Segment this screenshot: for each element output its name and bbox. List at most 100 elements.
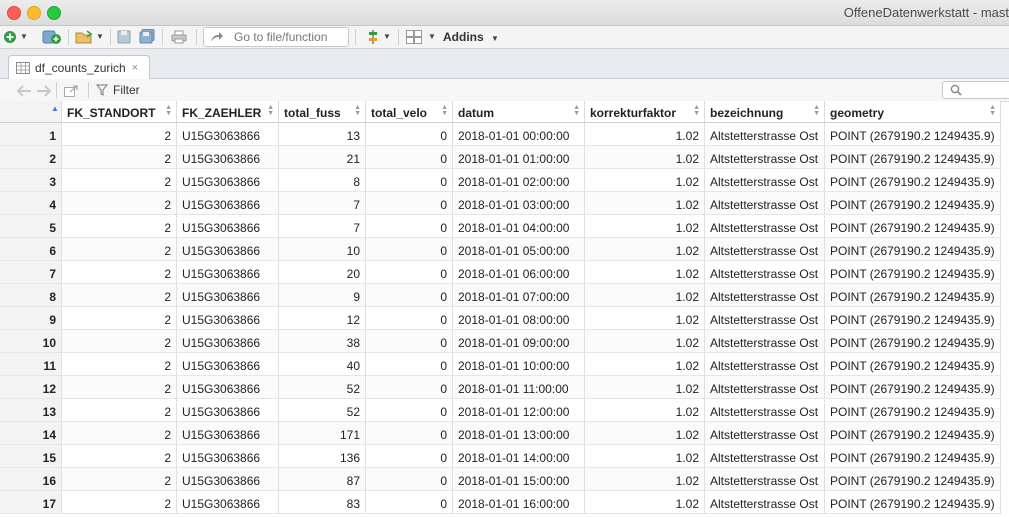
cell-bezeichnung[interactable]: Altstetterstrasse Ost xyxy=(705,330,825,353)
cell-total-fuss[interactable]: 8 xyxy=(279,169,366,192)
cell-total-fuss[interactable]: 40 xyxy=(279,353,366,376)
zoom-window-button[interactable] xyxy=(47,6,61,20)
back-button[interactable] xyxy=(16,82,32,99)
cell-geometry[interactable]: POINT (2679190.2 1249435.9) xyxy=(825,284,1001,307)
cell-geometry[interactable]: POINT (2679190.2 1249435.9) xyxy=(825,215,1001,238)
cell-korrekturfaktor[interactable]: 1.02 xyxy=(585,491,705,514)
cell-datum[interactable]: 2018-01-01 14:00:00 xyxy=(453,445,585,468)
cell-fk-zaehler[interactable]: U15G3063866 xyxy=(177,192,279,215)
cell-fk-standort[interactable]: 2 xyxy=(62,399,177,422)
cell-bezeichnung[interactable]: Altstetterstrasse Ost xyxy=(705,376,825,399)
filter-button[interactable]: Filter xyxy=(96,83,140,97)
column-header-datum[interactable]: datum ▲ ▼ xyxy=(453,101,585,123)
save-all-button[interactable] xyxy=(139,28,155,45)
cell-datum[interactable]: 2018-01-01 01:00:00 xyxy=(453,146,585,169)
cell-geometry[interactable]: POINT (2679190.2 1249435.9) xyxy=(825,238,1001,261)
cell-fk-zaehler[interactable]: U15G3063866 xyxy=(177,445,279,468)
close-tab-icon[interactable]: × xyxy=(132,62,138,74)
cell-fk-standort[interactable]: 2 xyxy=(62,330,177,353)
cell-datum[interactable]: 2018-01-01 10:00:00 xyxy=(453,353,585,376)
column-header-fk-zaehler[interactable]: FK_ZAEHLER ▲ ▼ xyxy=(177,101,279,123)
cell-total-fuss[interactable]: 9 xyxy=(279,284,366,307)
cell-total-velo[interactable]: 0 xyxy=(366,330,453,353)
cell-datum[interactable]: 2018-01-01 13:00:00 xyxy=(453,422,585,445)
cell-geometry[interactable]: POINT (2679190.2 1249435.9) xyxy=(825,491,1001,514)
cell-korrekturfaktor[interactable]: 1.02 xyxy=(585,261,705,284)
cell-total-velo[interactable]: 0 xyxy=(366,192,453,215)
cell-datum[interactable]: 2018-01-01 09:00:00 xyxy=(453,330,585,353)
workspace-panes-button[interactable]: ▼ xyxy=(406,28,436,45)
cell-total-velo[interactable]: 0 xyxy=(366,238,453,261)
cell-geometry[interactable]: POINT (2679190.2 1249435.9) xyxy=(825,445,1001,468)
cell-fk-standort[interactable]: 2 xyxy=(62,491,177,514)
cell-bezeichnung[interactable]: Altstetterstrasse Ost xyxy=(705,399,825,422)
cell-bezeichnung[interactable]: Altstetterstrasse Ost xyxy=(705,422,825,445)
cell-korrekturfaktor[interactable]: 1.02 xyxy=(585,123,705,146)
cell-fk-standort[interactable]: 2 xyxy=(62,284,177,307)
cell-fk-zaehler[interactable]: U15G3063866 xyxy=(177,468,279,491)
tab-df-counts-zurich[interactable]: df_counts_zurich × xyxy=(8,55,150,79)
cell-total-velo[interactable]: 0 xyxy=(366,169,453,192)
cell-korrekturfaktor[interactable]: 1.02 xyxy=(585,399,705,422)
cell-datum[interactable]: 2018-01-01 12:00:00 xyxy=(453,399,585,422)
cell-total-fuss[interactable]: 136 xyxy=(279,445,366,468)
cell-korrekturfaktor[interactable]: 1.02 xyxy=(585,468,705,491)
column-header-total-fuss[interactable]: total_fuss ▲ ▼ xyxy=(279,101,366,123)
cell-geometry[interactable]: POINT (2679190.2 1249435.9) xyxy=(825,123,1001,146)
cell-korrekturfaktor[interactable]: 1.02 xyxy=(585,353,705,376)
cell-geometry[interactable]: POINT (2679190.2 1249435.9) xyxy=(825,169,1001,192)
cell-datum[interactable]: 2018-01-01 04:00:00 xyxy=(453,215,585,238)
cell-fk-zaehler[interactable]: U15G3063866 xyxy=(177,215,279,238)
cell-korrekturfaktor[interactable]: 1.02 xyxy=(585,169,705,192)
cell-datum[interactable]: 2018-01-01 15:00:00 xyxy=(453,468,585,491)
cell-fk-zaehler[interactable]: U15G3063866 xyxy=(177,261,279,284)
sort-arrows-icon[interactable]: ▲ ▼ xyxy=(441,104,448,117)
cell-fk-zaehler[interactable]: U15G3063866 xyxy=(177,422,279,445)
cell-fk-standort[interactable]: 2 xyxy=(62,192,177,215)
open-file-button[interactable]: ▼ xyxy=(75,28,104,45)
go-to-file-function-input[interactable]: Go to file/function xyxy=(203,27,349,47)
cell-total-fuss[interactable]: 13 xyxy=(279,123,366,146)
sort-arrows-icon[interactable]: ▲ ▼ xyxy=(267,104,274,117)
cell-total-velo[interactable]: 0 xyxy=(366,399,453,422)
sort-arrows-icon[interactable]: ▲ ▼ xyxy=(354,104,361,117)
cell-fk-standort[interactable]: 2 xyxy=(62,123,177,146)
cell-fk-standort[interactable]: 2 xyxy=(62,307,177,330)
cell-geometry[interactable]: POINT (2679190.2 1249435.9) xyxy=(825,353,1001,376)
cell-total-fuss[interactable]: 87 xyxy=(279,468,366,491)
cell-fk-standort[interactable]: 2 xyxy=(62,215,177,238)
cell-korrekturfaktor[interactable]: 1.02 xyxy=(585,445,705,468)
cell-total-velo[interactable]: 0 xyxy=(366,491,453,514)
cell-bezeichnung[interactable]: Altstetterstrasse Ost xyxy=(705,491,825,514)
cell-total-fuss[interactable]: 171 xyxy=(279,422,366,445)
cell-total-velo[interactable]: 0 xyxy=(366,468,453,491)
cell-total-fuss[interactable]: 20 xyxy=(279,261,366,284)
cell-fk-standort[interactable]: 2 xyxy=(62,445,177,468)
cell-total-velo[interactable]: 0 xyxy=(366,215,453,238)
cell-datum[interactable]: 2018-01-01 07:00:00 xyxy=(453,284,585,307)
cell-bezeichnung[interactable]: Altstetterstrasse Ost xyxy=(705,123,825,146)
cell-fk-standort[interactable]: 2 xyxy=(62,353,177,376)
save-button[interactable] xyxy=(117,28,131,45)
cell-bezeichnung[interactable]: Altstetterstrasse Ost xyxy=(705,261,825,284)
cell-fk-standort[interactable]: 2 xyxy=(62,422,177,445)
sort-arrows-icon[interactable]: ▲ ▼ xyxy=(573,104,580,117)
cell-geometry[interactable]: POINT (2679190.2 1249435.9) xyxy=(825,192,1001,215)
cell-bezeichnung[interactable]: Altstetterstrasse Ost xyxy=(705,445,825,468)
sort-arrows-icon[interactable]: ▲ ▼ xyxy=(693,104,700,117)
cell-total-velo[interactable]: 0 xyxy=(366,376,453,399)
new-project-button[interactable] xyxy=(42,28,62,45)
column-header-geometry[interactable]: geometry ▲ ▼ xyxy=(825,101,1001,123)
cell-bezeichnung[interactable]: Altstetterstrasse Ost xyxy=(705,307,825,330)
cell-fk-standort[interactable]: 2 xyxy=(62,468,177,491)
cell-fk-zaehler[interactable]: U15G3063866 xyxy=(177,238,279,261)
close-window-button[interactable] xyxy=(7,6,21,20)
cell-total-fuss[interactable]: 7 xyxy=(279,192,366,215)
print-button[interactable] xyxy=(171,28,187,45)
cell-fk-standort[interactable]: 2 xyxy=(62,376,177,399)
cell-total-fuss[interactable]: 38 xyxy=(279,330,366,353)
cell-bezeichnung[interactable]: Altstetterstrasse Ost xyxy=(705,215,825,238)
addins-menu[interactable]: Addins ▼ xyxy=(443,30,499,44)
cell-korrekturfaktor[interactable]: 1.02 xyxy=(585,215,705,238)
cell-korrekturfaktor[interactable]: 1.02 xyxy=(585,307,705,330)
